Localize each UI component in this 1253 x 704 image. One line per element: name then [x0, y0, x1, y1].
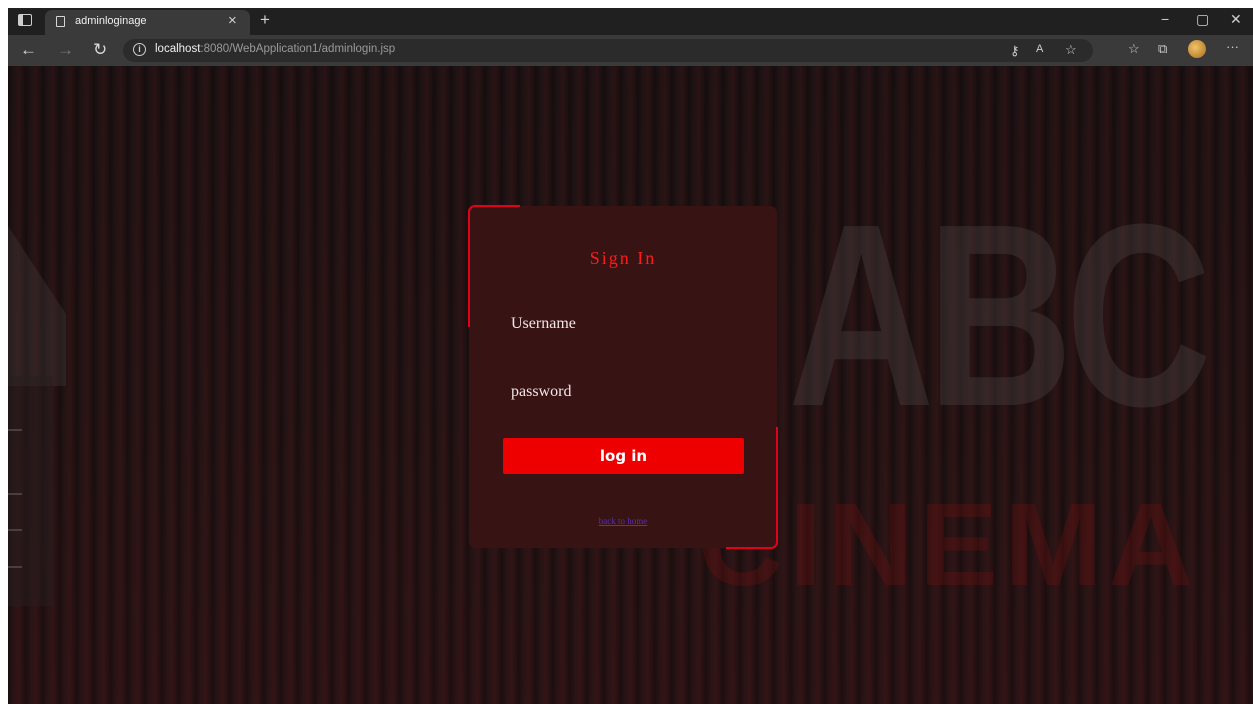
address-bar[interactable]: i localhost:8080/WebApplication1/adminlo…: [123, 39, 1093, 62]
back-to-home-link[interactable]: back to home: [469, 516, 777, 526]
background-bar: [8, 376, 53, 606]
read-aloud-icon[interactable]: A: [1036, 43, 1043, 55]
password-field[interactable]: password: [504, 376, 744, 408]
password-label: password: [511, 383, 572, 400]
favorites-icon[interactable]: ☆: [1128, 41, 1140, 57]
close-tab-icon[interactable]: ×: [228, 12, 237, 29]
close-window-button[interactable]: ✕: [1230, 11, 1242, 28]
username-label: Username: [511, 315, 576, 332]
browser-toolbar: ← → ↻ i localhost:8080/WebApplication1/a…: [8, 35, 1253, 66]
login-card: Sign In Username password log in back to…: [468, 205, 778, 549]
url-text[interactable]: localhost:8080/WebApplication1/adminlogi…: [155, 43, 395, 55]
background-tick: [8, 429, 22, 431]
tab-bar: adminloginage × + − ▢ ✕: [8, 8, 1253, 35]
page-icon: [56, 16, 65, 27]
back-button[interactable]: ←: [20, 40, 37, 60]
page-content: ABC CINEMA Sign In Username password log…: [8, 66, 1253, 704]
login-button[interactable]: log in: [503, 438, 744, 474]
background-tick: [8, 566, 22, 568]
tab-actions-icon[interactable]: [18, 14, 32, 26]
key-icon[interactable]: ⚷: [1010, 43, 1020, 59]
background-logo-shape: [8, 226, 66, 386]
site-info-icon[interactable]: i: [133, 43, 146, 56]
tab-active[interactable]: adminloginage ×: [45, 10, 250, 35]
favorite-add-icon[interactable]: ☆: [1065, 42, 1077, 58]
browser-window: adminloginage × + − ▢ ✕ ← → ↻ i localhos…: [8, 8, 1253, 704]
new-tab-button[interactable]: +: [260, 10, 270, 30]
url-host: localhost: [155, 43, 201, 55]
forward-button[interactable]: →: [57, 40, 74, 60]
more-icon[interactable]: ···: [1226, 39, 1239, 54]
background-tick: [8, 493, 22, 495]
minimize-button[interactable]: −: [1161, 11, 1169, 27]
url-path: :8080/WebApplication1/adminlogin.jsp: [200, 43, 396, 55]
background-tick: [8, 529, 22, 531]
sign-in-title: Sign In: [589, 248, 657, 268]
restore-button[interactable]: ▢: [1196, 11, 1209, 28]
profile-icon[interactable]: [1188, 40, 1206, 58]
background-brand-abc: ABC: [788, 171, 1212, 461]
collections-icon[interactable]: ⧉: [1158, 41, 1167, 57]
refresh-button[interactable]: ↻: [93, 40, 107, 60]
username-field[interactable]: Username: [504, 308, 744, 340]
tab-title: adminloginage: [75, 15, 147, 27]
